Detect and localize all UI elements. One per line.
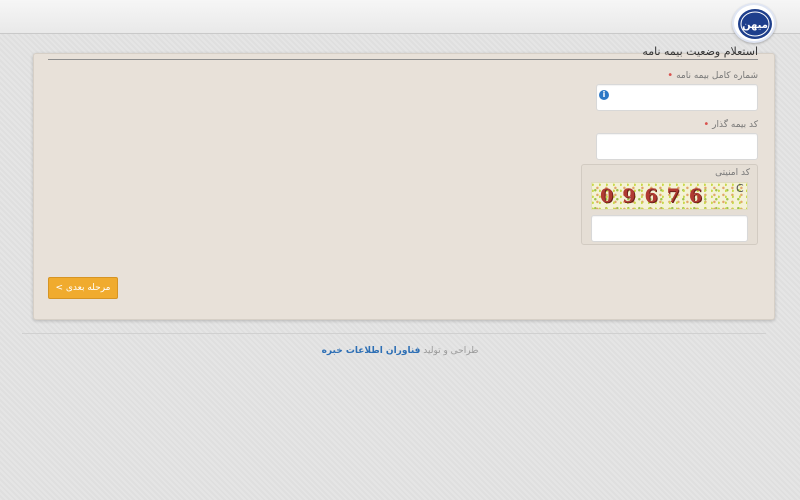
refresh-icon[interactable]: C — [736, 182, 744, 195]
security-code-label: کد امنیتی — [715, 168, 750, 178]
next-step-button[interactable]: مرحله بعدی > — [48, 277, 118, 299]
logo-graphic: میهن — [738, 9, 772, 39]
top-bar — [0, 0, 800, 34]
required-mark: • — [667, 70, 674, 81]
footer-company-link[interactable]: فناوران اطلاعات خبره — [322, 346, 421, 356]
logo-text: میهن — [742, 20, 768, 31]
security-code-input[interactable] — [591, 215, 748, 242]
policy-number-label-row: شماره کامل بیمه نامه • — [667, 70, 758, 81]
footer-text: طراحی و تولید — [423, 346, 479, 356]
mihan-logo-icon[interactable]: میهن — [732, 3, 776, 43]
footer-divider — [22, 333, 766, 334]
page-title: استعلام وضعیت بیمه نامه — [642, 45, 758, 58]
title-divider — [48, 59, 758, 60]
required-mark: • — [703, 119, 710, 130]
insurer-code-input[interactable] — [596, 133, 758, 160]
insurer-code-label-row: کد بیمه گذار • — [703, 119, 758, 130]
policy-number-label: شماره کامل بیمه نامه — [676, 71, 758, 81]
captcha-image: 09676 — [591, 182, 748, 210]
footer: طراحی و تولید فناوران اطلاعات خبره — [0, 346, 800, 356]
captcha-text: 09676 — [600, 185, 712, 207]
info-icon[interactable]: i — [599, 90, 609, 100]
insurer-code-label: کد بیمه گذار — [712, 120, 758, 130]
policy-number-input[interactable] — [596, 84, 758, 111]
